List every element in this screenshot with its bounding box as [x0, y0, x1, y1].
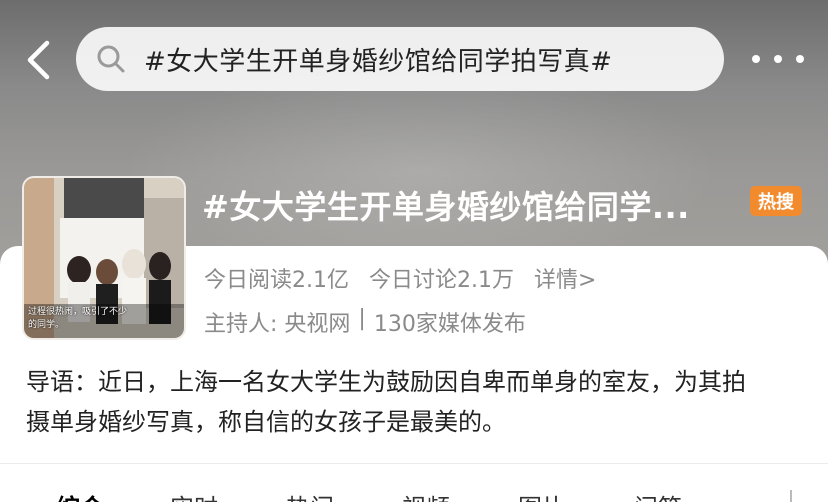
- tab-separator: [790, 490, 792, 502]
- search-bar[interactable]: #女大学生开单身婚纱馆给同学拍写真#: [76, 27, 724, 91]
- dot-icon: [796, 55, 804, 63]
- divider: [0, 463, 828, 464]
- thumbnail-caption: 过程很热闹，吸引了不少 的同学。: [24, 306, 184, 332]
- search-query-text[interactable]: #女大学生开单身婚纱馆给同学拍写真#: [144, 41, 613, 78]
- media-count: 130家媒体发布: [373, 312, 526, 337]
- thumbnail-caption-line: 过程很热闹，吸引了不少: [28, 307, 128, 317]
- back-button[interactable]: [18, 38, 58, 82]
- tab-comprehensive[interactable]: 综合: [56, 488, 104, 502]
- topic-intro: 导语：近日，上海一名女大学生为鼓励因自卑而单身的室友，为其拍摄单身婚纱写真，称自…: [26, 368, 746, 436]
- result-tabs: 综合 实时 热门 视频 图片 问答: [0, 480, 828, 502]
- tab-video[interactable]: 视频: [402, 488, 450, 502]
- topic-stats: 今日阅读2.1亿 今日讨论2.1万 详情>: [204, 262, 596, 294]
- read-count: 今日阅读2.1亿: [204, 268, 349, 293]
- host-info: 主持人: 央视网 | 130家媒体发布: [204, 306, 526, 338]
- host-separator: |: [358, 306, 366, 331]
- more-options-button[interactable]: [748, 44, 808, 74]
- tab-images[interactable]: 图片: [518, 488, 566, 502]
- tab-qa[interactable]: 问答: [634, 488, 682, 502]
- chevron-left-icon: [27, 40, 50, 80]
- detail-link[interactable]: 详情>: [534, 262, 596, 294]
- topic-thumbnail[interactable]: 过程很热闹，吸引了不少 的同学。: [22, 176, 186, 340]
- discussion-count: 今日讨论2.1万: [369, 268, 514, 293]
- thumbnail-caption-line: 的同学。: [28, 320, 65, 330]
- tab-realtime[interactable]: 实时: [170, 488, 218, 502]
- search-icon: [94, 42, 128, 76]
- host-label[interactable]: 主持人: 央视网: [204, 306, 350, 338]
- topic-title: #女大学生开单身婚纱馆给同学...: [202, 188, 690, 226]
- hot-search-badge: 热搜: [750, 186, 802, 216]
- tab-hot[interactable]: 热门: [286, 488, 334, 502]
- dot-icon: [774, 55, 782, 63]
- dot-icon: [752, 55, 760, 63]
